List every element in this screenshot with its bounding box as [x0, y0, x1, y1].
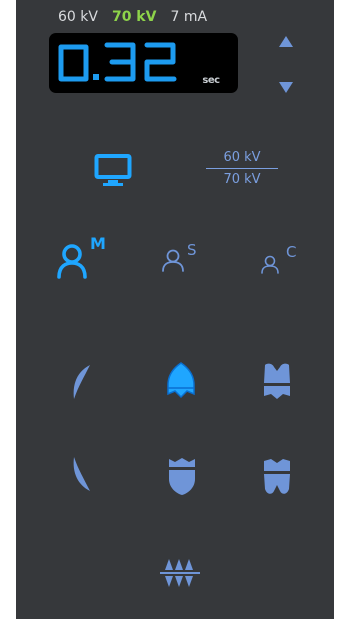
kv-select-top: 60 kV	[223, 150, 261, 165]
lower-right-tooth-icon[interactable]	[261, 457, 293, 497]
ma-label: 7 mA	[170, 9, 208, 25]
monitor-icon[interactable]	[94, 153, 134, 189]
exposure-time-display: sec	[49, 33, 238, 93]
kv-left-label: 60 kV	[58, 9, 98, 25]
kv-select-bottom: 70 kV	[223, 172, 261, 187]
patient-small-icon[interactable]	[160, 246, 190, 276]
upper-right-tooth-icon[interactable]	[261, 361, 293, 401]
upper-left-tooth-icon[interactable]	[70, 363, 94, 401]
digit-3	[104, 42, 136, 82]
increase-time-button[interactable]	[279, 36, 293, 47]
lower-left-tooth-icon[interactable]	[70, 455, 94, 493]
xray-control-panel: 60 kV 70 kV 7 mA sec 60 kV 70 kV M S C	[16, 0, 334, 619]
time-unit-label: sec	[195, 73, 227, 89]
exposure-readout: 60 kV 70 kV 7 mA	[58, 9, 207, 29]
kv-select-button[interactable]: 60 kV 70 kV	[206, 150, 278, 187]
kv-select-divider	[206, 168, 278, 169]
decrease-time-button[interactable]	[279, 82, 293, 93]
bitewing-icon[interactable]	[159, 554, 203, 592]
patient-child-icon[interactable]	[260, 253, 286, 277]
patient-mode-s-label: S	[187, 241, 197, 259]
digit-2	[144, 42, 177, 82]
lower-incisor-icon[interactable]	[166, 457, 198, 497]
decimal-point	[93, 74, 99, 80]
kv-active-label: 70 kV	[111, 9, 157, 25]
patient-mode-c-label: C	[286, 243, 297, 261]
patient-mode-m-label: M	[90, 234, 106, 253]
upper-incisor-icon[interactable]	[164, 361, 198, 401]
digit-0	[58, 44, 89, 82]
